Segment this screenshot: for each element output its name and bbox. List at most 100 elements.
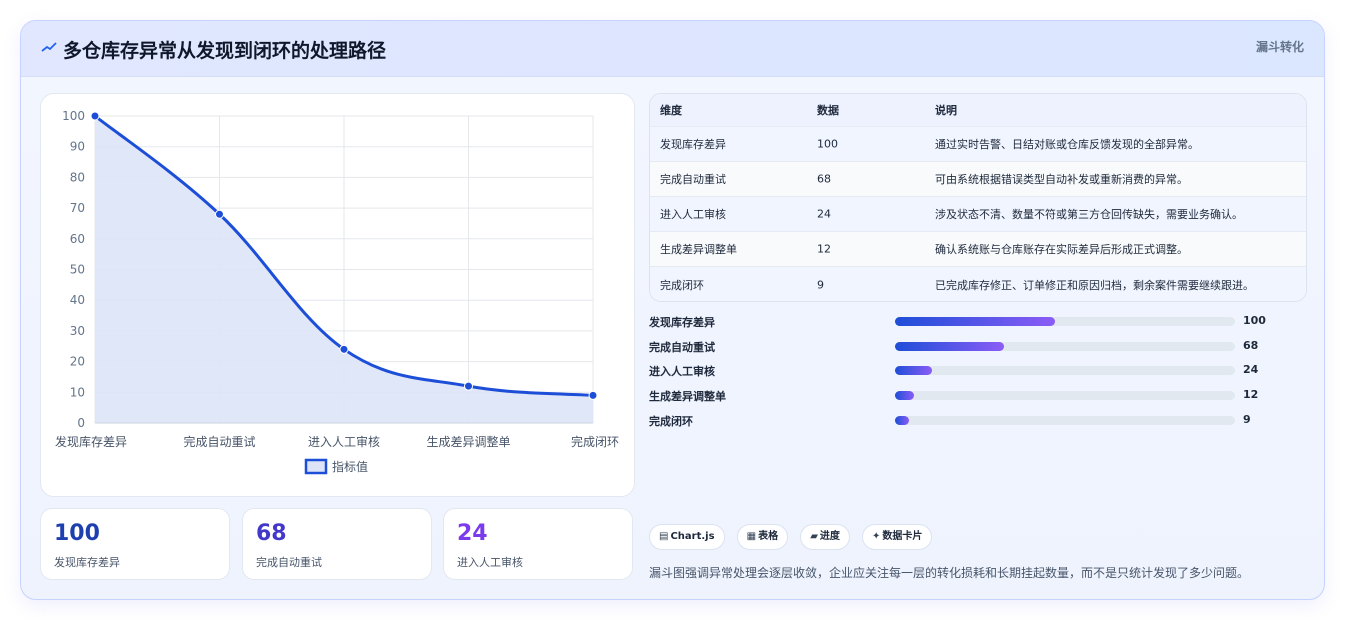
progress-fill <box>895 317 1055 326</box>
card-icon: ✦ <box>872 531 881 542</box>
column-header-description: 说明 <box>935 104 957 117</box>
stat-label: 发现库存差异 <box>54 556 120 569</box>
data-point <box>339 344 349 354</box>
chip-progress: ▰ 进度 <box>800 524 850 550</box>
x-tick-label: 完成闭环 <box>571 434 619 449</box>
table-cell: 生成差异调整单 <box>660 243 737 256</box>
summary-note: 漏斗图强调异常处理会逐层收敛，企业应关注每一层的转化损耗和长期挂起数量，而不是只… <box>649 566 1250 580</box>
progress-row: 发现库存差异 100 <box>649 314 1289 330</box>
progress-icon: ▰ <box>810 531 818 542</box>
dashboard-card: 多仓库存异常从发现到闭环的处理路径 漏斗转化 0 10 20 30 40 50 60 70 80… <box>20 20 1325 600</box>
table-header-row: 维度 数据 说明 <box>650 94 1306 127</box>
x-tick-label: 进入人工审核 <box>308 434 380 449</box>
chip-chartjs: ▤ Chart.js <box>649 524 725 550</box>
table-cell: 68 <box>817 172 831 186</box>
progress-fill <box>895 416 909 425</box>
y-tick-label: 20 <box>70 355 85 369</box>
data-point <box>90 111 100 121</box>
progress-track <box>895 416 1235 425</box>
column-header-data: 数据 <box>817 104 839 117</box>
progress-label: 完成自动重试 <box>649 341 715 354</box>
funnel-chart: 0 10 20 30 40 50 60 70 80 90 100 发现库存差异 完成自动重试 进入人工审核… <box>55 109 619 475</box>
table-cell: 完成闭环 <box>660 278 704 292</box>
data-point <box>215 209 224 219</box>
table-cell: 24 <box>817 207 831 221</box>
x-tick-label: 发现库存差异 <box>55 434 127 449</box>
x-tick-label: 生成差异调整单 <box>426 434 510 449</box>
chip-label: 表格 <box>758 531 779 542</box>
funnel-chart-panel: 0 10 20 30 40 50 60 70 80 90 100 发现库存差异 完成自动重试 进入人工审核… <box>40 93 635 497</box>
y-tick-label: 10 <box>70 385 85 399</box>
chip-label: 进度 <box>819 531 840 542</box>
stat-value: 68 <box>256 521 287 546</box>
table-cell: 通过实时告警、日结对账或仓库反馈发现的全部异常。 <box>935 138 1199 151</box>
table-cell: 发现库存差异 <box>660 138 726 151</box>
table-cell: 进入人工审核 <box>660 208 726 221</box>
chip-data-card: ✦ 数据卡片 <box>862 524 933 550</box>
progress-value: 9 <box>1243 413 1251 426</box>
stat-card-manual-review: 24 进入人工审核 <box>443 508 633 580</box>
table-cell: 12 <box>817 242 831 256</box>
column-header-dimension: 维度 <box>660 104 682 117</box>
progress-value: 68 <box>1243 339 1259 352</box>
progress-label: 发现库存差异 <box>649 316 715 329</box>
sparkline-icon <box>41 42 57 52</box>
table-cell: 100 <box>817 137 838 151</box>
y-tick-label: 80 <box>70 170 85 184</box>
progress-value: 12 <box>1243 388 1259 401</box>
table-cell: 确认系统账与仓库账存在实际差异后形成正式调整。 <box>935 243 1188 256</box>
tech-chips: ▤ Chart.js ▦ 表格 ▰ 进度 ✦ 数据卡片 <box>649 524 939 552</box>
page-title: 多仓库存异常从发现到闭环的处理路径 <box>63 40 387 62</box>
table-cell: 已完成库存修正、订单修正和原因归档，剩余案件需要继续跟进。 <box>935 278 1254 292</box>
legend-label: 指标值 <box>332 459 368 474</box>
y-tick-label: 60 <box>70 232 85 246</box>
chip-table: ▦ 表格 <box>736 524 789 550</box>
chart-type-tag: 漏斗转化 <box>1255 40 1304 54</box>
y-tick-label: 50 <box>70 263 85 277</box>
table-row: 生成差异调整单 12 确认系统账与仓库账存在实际差异后形成正式调整。 <box>650 232 1306 267</box>
y-tick-label: 0 <box>77 416 85 430</box>
y-tick-label: 40 <box>70 293 85 307</box>
progress-value: 100 <box>1243 314 1266 327</box>
y-tick-label: 70 <box>70 201 85 215</box>
progress-fill <box>895 342 1004 351</box>
table-cell: 涉及状态不清、数量不符或第三方仓回传缺失，需要业务确认。 <box>935 208 1243 221</box>
progress-track <box>895 366 1235 375</box>
x-tick-label: 完成自动重试 <box>183 434 255 449</box>
stat-card-discovered: 100 发现库存差异 <box>40 508 230 580</box>
progress-label: 生成差异调整单 <box>649 390 726 403</box>
progress-label: 完成闭环 <box>649 415 693 428</box>
progress-value: 24 <box>1243 363 1259 376</box>
stat-value: 100 <box>54 521 100 546</box>
progress-row: 完成闭环 9 <box>649 413 1289 429</box>
chart-icon: ▤ <box>659 531 669 542</box>
data-point <box>464 381 473 391</box>
progress-fill <box>895 391 914 400</box>
progress-row: 完成自动重试 68 <box>649 339 1289 355</box>
table-cell: 可由系统根据错误类型自动补发或重新消费的异常。 <box>935 173 1188 186</box>
data-table: 维度 数据 说明 发现库存差异 100 通过实时告警、日结对账或仓库反馈发现的全… <box>649 93 1307 302</box>
progress-track <box>895 317 1235 326</box>
chip-label: 数据卡片 <box>882 531 923 542</box>
table-row: 发现库存差异 100 通过实时告警、日结对账或仓库反馈发现的全部异常。 <box>650 127 1306 162</box>
stat-label: 完成自动重试 <box>256 556 322 569</box>
progress-track <box>895 342 1235 351</box>
progress-fill <box>895 366 933 375</box>
table-row: 完成自动重试 68 可由系统根据错误类型自动补发或重新消费的异常。 <box>650 162 1306 197</box>
y-tick-label: 100 <box>62 109 85 123</box>
table-row: 完成闭环 9 已完成库存修正、订单修正和原因归档，剩余案件需要继续跟进。 <box>650 267 1306 301</box>
progress-track <box>895 391 1235 400</box>
stat-label: 进入人工审核 <box>457 556 523 569</box>
progress-row: 生成差异调整单 12 <box>649 388 1289 404</box>
stat-card-auto-retry: 68 完成自动重试 <box>242 508 432 580</box>
chip-label: Chart.js <box>670 531 715 542</box>
stat-value: 24 <box>457 521 488 546</box>
table-cell: 9 <box>817 278 824 291</box>
progress-row: 进入人工审核 24 <box>649 363 1289 379</box>
progress-label: 进入人工审核 <box>649 365 715 378</box>
legend-swatch <box>304 458 328 475</box>
table-row: 进入人工审核 24 涉及状态不清、数量不符或第三方仓回传缺失，需要业务确认。 <box>650 197 1306 232</box>
card-header: 多仓库存异常从发现到闭环的处理路径 漏斗转化 <box>21 21 1324 77</box>
data-point <box>588 390 598 400</box>
table-icon: ▦ <box>746 531 757 542</box>
